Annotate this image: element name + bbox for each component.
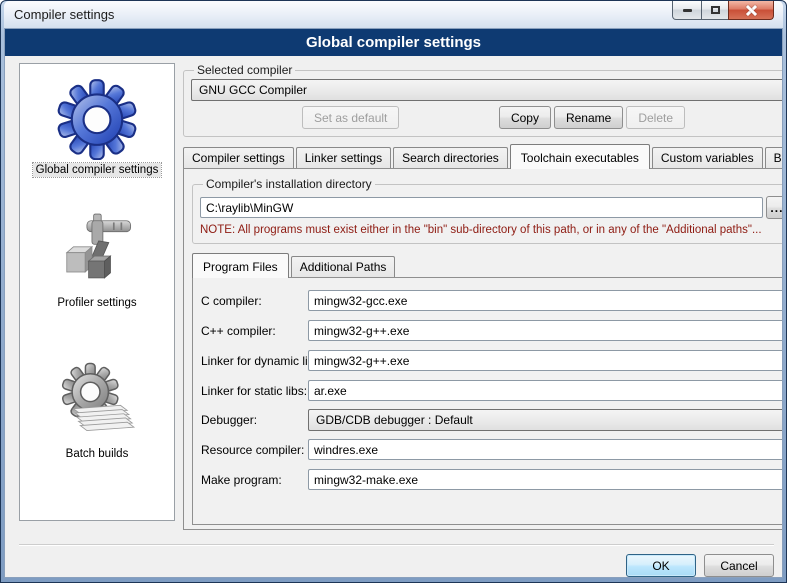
maximize-button[interactable] (701, 1, 729, 20)
installation-directory-group: Compiler's installation directory ... Au… (192, 177, 783, 244)
c-compiler-input[interactable] (308, 290, 783, 311)
page-title: Global compiler settings (5, 29, 782, 56)
c-compiler-label: C compiler: (201, 294, 302, 308)
subtab-program-files[interactable]: Program Files (192, 253, 289, 278)
cancel-button[interactable]: Cancel (704, 554, 774, 577)
cpp-compiler-label: C++ compiler: (201, 324, 302, 338)
close-icon (746, 5, 757, 16)
gear-stack-icon (55, 360, 139, 444)
copy-button[interactable]: Copy (499, 106, 551, 129)
sidebar-item-label: Batch builds (63, 447, 132, 461)
compiler-select-value: GNU GCC Compiler (199, 83, 307, 97)
sidebar-item-profiler-settings[interactable]: Profiler settings (54, 209, 139, 310)
compiler-select[interactable]: GNU GCC Compiler ▼ (191, 79, 783, 101)
close-button[interactable] (728, 1, 774, 20)
compiler-settings-window: Compiler settings Global compiler settin… (0, 0, 787, 583)
minimize-icon (683, 9, 692, 12)
subtab-additional-paths[interactable]: Additional Paths (291, 256, 396, 277)
minimize-button[interactable] (672, 1, 702, 20)
field-row-c-compiler: C compiler: ... (201, 289, 783, 312)
dynamic-linker-label: Linker for dynamic libs: (201, 354, 302, 368)
ok-button[interactable]: OK (626, 554, 696, 577)
debugger-label: Debugger: (201, 413, 302, 427)
cpp-compiler-input[interactable] (308, 320, 783, 341)
set-as-default-button[interactable]: Set as default (302, 106, 399, 129)
caliper-icon (55, 209, 139, 293)
browse-directory-button[interactable]: ... (766, 196, 783, 219)
make-program-label: Make program: (201, 473, 302, 487)
program-files-page: C compiler: ... C++ compiler: ... Linker… (192, 277, 783, 525)
toolchain-subtabstrip: Program Files Additional Paths (192, 253, 783, 277)
titlebar[interactable]: Compiler settings (4, 1, 783, 28)
maximize-icon (711, 6, 720, 14)
field-row-make-program: Make program: ... (201, 468, 783, 491)
selected-compiler-group-label: Selected compiler (194, 63, 295, 77)
field-row-cpp-compiler: C++ compiler: ... (201, 319, 783, 342)
dynamic-linker-input[interactable] (308, 350, 783, 371)
window-title: Compiler settings (14, 7, 114, 22)
installation-directory-input[interactable] (200, 197, 763, 218)
dialog-body: Global compiler settings (5, 56, 782, 538)
sidebar-item-global-compiler-settings[interactable]: Global compiler settings (33, 76, 162, 177)
tab-custom-variables[interactable]: Custom variables (652, 147, 763, 168)
field-row-static-linker: Linker for static libs: ... (201, 379, 783, 402)
static-linker-input[interactable] (308, 380, 783, 401)
dialog-footer: OK Cancel (19, 544, 774, 577)
debugger-select[interactable]: GDB/CDB debugger : Default ▼ (308, 409, 783, 431)
static-linker-label: Linker for static libs: (201, 384, 302, 398)
resource-compiler-label: Resource compiler: (201, 443, 302, 457)
caption-buttons (673, 1, 774, 20)
sidebar-item-batch-builds[interactable]: Batch builds (55, 360, 139, 461)
tab-search-directories[interactable]: Search directories (393, 147, 508, 168)
sidebar-item-label: Global compiler settings (33, 163, 162, 177)
installation-directory-label: Compiler's installation directory (203, 177, 375, 191)
delete-button[interactable]: Delete (626, 106, 685, 129)
make-program-input[interactable] (308, 469, 783, 490)
toolchain-executables-page: Compiler's installation directory ... Au… (183, 168, 783, 530)
selected-compiler-group: Selected compiler GNU GCC Compiler ▼ Set… (183, 63, 783, 137)
debugger-select-value: GDB/CDB debugger : Default (316, 413, 473, 427)
main-panel: Selected compiler GNU GCC Compiler ▼ Set… (183, 63, 783, 538)
compiler-actions: Set as default Copy Rename Delete Reset … (191, 106, 783, 129)
dialog-client-area: Global compiler settings (4, 28, 783, 578)
rename-button[interactable]: Rename (554, 106, 623, 129)
resource-compiler-input[interactable] (308, 439, 783, 460)
tab-linker-settings[interactable]: Linker settings (296, 147, 391, 168)
field-row-resource-compiler: Resource compiler: ... (201, 438, 783, 461)
tab-toolchain-executables[interactable]: Toolchain executables (510, 144, 650, 169)
note-text: NOTE: All programs must exist either in … (200, 224, 783, 236)
field-row-dynamic-linker: Linker for dynamic libs: ... (201, 349, 783, 372)
installation-directory-row: ... Auto-detect (200, 196, 783, 219)
gear-blue-icon (55, 76, 139, 160)
sidebar-item-label: Profiler settings (54, 296, 139, 310)
field-row-debugger: Debugger: GDB/CDB debugger : Default ▼ (201, 409, 783, 431)
tab-build-options[interactable]: Build options (765, 147, 783, 168)
settings-category-list: Global compiler settings (19, 63, 175, 521)
settings-tabstrip: Compiler settings Linker settings Search… (183, 144, 783, 168)
tab-compiler-settings[interactable]: Compiler settings (183, 147, 294, 168)
